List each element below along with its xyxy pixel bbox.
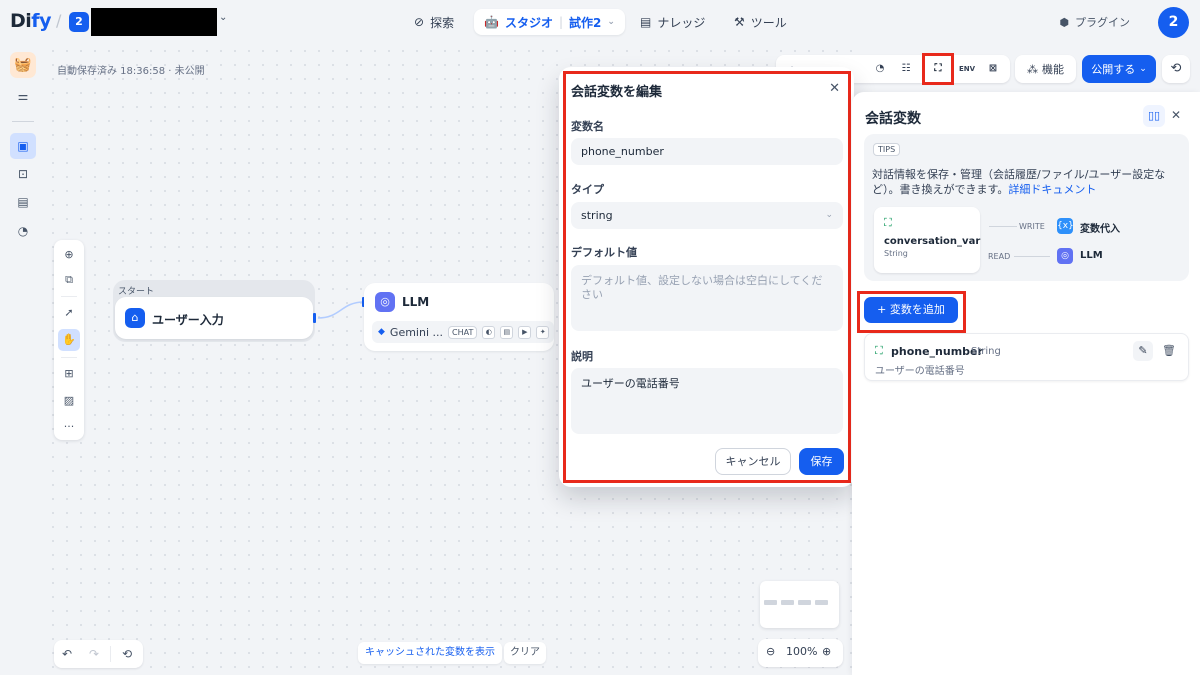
redacted-workspace-name (91, 8, 217, 36)
highlight-edit-modal (563, 71, 851, 483)
nav-tab-knowledge[interactable]: ▤ ナレッジ (630, 9, 715, 35)
cube-icon: ⬢ (1059, 15, 1069, 29)
checklist-speed-icon[interactable]: ◔ (870, 59, 890, 79)
tips-badge: TIPS (873, 143, 901, 156)
robot-icon: 🤖 (484, 15, 499, 29)
chevron-down-icon: ⌄ (607, 17, 615, 27)
nav-tab-explore[interactable]: ⊘ 探索 (404, 9, 464, 35)
book-icon[interactable]: ▯▯ (1143, 105, 1165, 127)
assigner-icon: {x} (1057, 218, 1074, 234)
breadcrumb-separator: / (56, 11, 62, 30)
video-feature-icon: ▶ (518, 325, 532, 339)
monitoring-icon[interactable]: ◔ (13, 221, 33, 241)
start-group-label: スタート (118, 287, 155, 297)
llm-icon: ◎ (375, 292, 395, 312)
mode-badge: CHAT (448, 325, 478, 339)
history-icon[interactable]: ⟲ (117, 644, 137, 664)
redo-icon[interactable]: ↷ (84, 644, 104, 664)
canvas-tool-panel: ⊕ ⧉ ➚ ✋ ⊞ ▨ ··· (54, 240, 84, 440)
undo-icon[interactable]: ↶ (57, 644, 77, 664)
chevron-down-icon[interactable]: ⌄ (219, 12, 227, 23)
tools-icon: ⚒ (734, 15, 745, 29)
tips-text: 対話情報を保存・管理（会話履歴/ファイル/ユーザー設定など）。書き換えができます… (872, 168, 1166, 196)
export-image-icon[interactable]: ▨ (58, 390, 80, 412)
system-variable-icon[interactable]: ⊠ (983, 59, 1003, 79)
add-note-icon[interactable]: ⧉ (58, 269, 80, 291)
more-icon[interactable]: ··· (58, 416, 80, 438)
undo-redo-controls: ↶ ↷ ⟲ (54, 640, 143, 668)
llm-model-selector[interactable]: ◆ Gemini ... CHAT ◐ ▤ ▶ ✦ (372, 321, 554, 343)
trash-icon[interactable]: 🗑 (1159, 341, 1179, 361)
nav-tab-studio[interactable]: 🤖 スタジオ | 試作2 ⌄ (474, 9, 625, 35)
llm-node-title: LLM (402, 295, 430, 309)
variable-list-item[interactable]: ⛶ phone_number String ユーザーの電話番号 ✎ 🗑 (864, 333, 1189, 381)
start-node[interactable]: ⌂ ユーザー入力 (115, 297, 313, 339)
show-cached-variables-button[interactable]: キャッシュされた変数を表示 (358, 642, 502, 664)
llm-icon: ◎ (1057, 248, 1073, 264)
checklist-icon[interactable]: ☷ (896, 59, 916, 79)
panel-title: 会話変数 (865, 111, 921, 127)
zoom-controls: ⊖ 100% ⊕ (758, 639, 843, 667)
conversation-variables-panel: 会話変数 ▯▯ ✕ TIPS 対話情報を保存・管理（会話履歴/ファイル/ユーザー… (852, 92, 1200, 675)
llm-node[interactable]: ◎ LLM ◆ Gemini ... CHAT ◐ ▤ ▶ ✦ (364, 283, 554, 351)
edge-start-to-llm (317, 301, 365, 319)
highlight-add-variable-button (857, 291, 966, 333)
top-bar: Dify / 2 ⌄ ⊘ 探索 🤖 スタジオ | 試作2 ⌄ ▤ ナレッジ ⚒ … (0, 0, 1200, 44)
close-icon[interactable]: ✕ (1171, 108, 1181, 122)
add-node-icon[interactable]: ⊕ (58, 244, 80, 266)
workflow-orchestrate-icon[interactable]: ▣ (10, 133, 36, 159)
gemini-icon: ◆ (378, 327, 385, 337)
workspace-badge[interactable]: 2 (69, 12, 89, 32)
app-icon[interactable]: 🧺 (10, 52, 36, 78)
minimap[interactable] (760, 581, 839, 628)
api-access-icon[interactable]: ⊡ (13, 164, 33, 184)
zoom-out-icon[interactable]: ⊖ (766, 645, 775, 658)
book-icon: ▤ (640, 15, 652, 29)
hand-icon[interactable]: ✋ (58, 329, 80, 351)
features-button[interactable]: ⁂ 機能 (1015, 55, 1076, 83)
publish-button[interactable]: 公開する ⌄ (1082, 55, 1156, 83)
zoom-level[interactable]: 100% (786, 645, 817, 658)
home-icon: ⌂ (125, 308, 145, 328)
app-switcher[interactable]: 試作2 (569, 14, 601, 31)
version-history-icon[interactable]: ⟲ (1162, 55, 1190, 83)
settings-sliders-icon[interactable]: ⚌ (13, 86, 33, 106)
vision-feature-icon: ◐ (482, 325, 496, 339)
edit-pencil-icon[interactable]: ✎ (1133, 341, 1153, 361)
audio-feature-icon: ✦ (536, 325, 550, 339)
variable-icon: ⛶ (884, 216, 892, 229)
chevron-down-icon: ⌄ (1139, 64, 1147, 74)
zoom-in-icon[interactable]: ⊕ (822, 645, 831, 658)
start-node-title: ユーザー入力 (152, 313, 224, 327)
avatar[interactable]: 2 (1158, 7, 1189, 38)
left-rail: 🧺 ⚌ ▣ ⊡ ▤ ◔ (0, 44, 46, 675)
docs-link[interactable]: 詳細ドキュメント (1008, 183, 1096, 196)
example-variable-card: ⛶ conversation_var String (874, 207, 980, 273)
compass-icon: ⊘ (414, 15, 425, 29)
logs-icon[interactable]: ▤ (13, 192, 33, 212)
dify-logo[interactable]: Dify (10, 10, 51, 32)
organize-blocks-icon[interactable]: ⊞ (58, 363, 80, 385)
nav-tab-tools[interactable]: ⚒ ツール (724, 9, 797, 35)
variable-icon: ⛶ (875, 344, 883, 357)
highlight-conversation-variable-button (922, 53, 954, 85)
document-feature-icon: ▤ (500, 325, 514, 339)
pointer-icon[interactable]: ➚ (58, 302, 80, 324)
tips-box: TIPS 対話情報を保存・管理（会話履歴/ファイル/ユーザー設定など）。書き換え… (864, 134, 1189, 281)
autosave-status: 自動保存済み 18:36:58 · 未公開 (57, 66, 205, 77)
features-icon: ⁂ (1027, 62, 1038, 76)
plugin-link[interactable]: ⬢ プラグイン (1059, 14, 1130, 30)
clear-button[interactable]: クリア (504, 642, 546, 664)
divider (12, 121, 34, 122)
env-variable-icon[interactable]: ENV (957, 59, 977, 79)
